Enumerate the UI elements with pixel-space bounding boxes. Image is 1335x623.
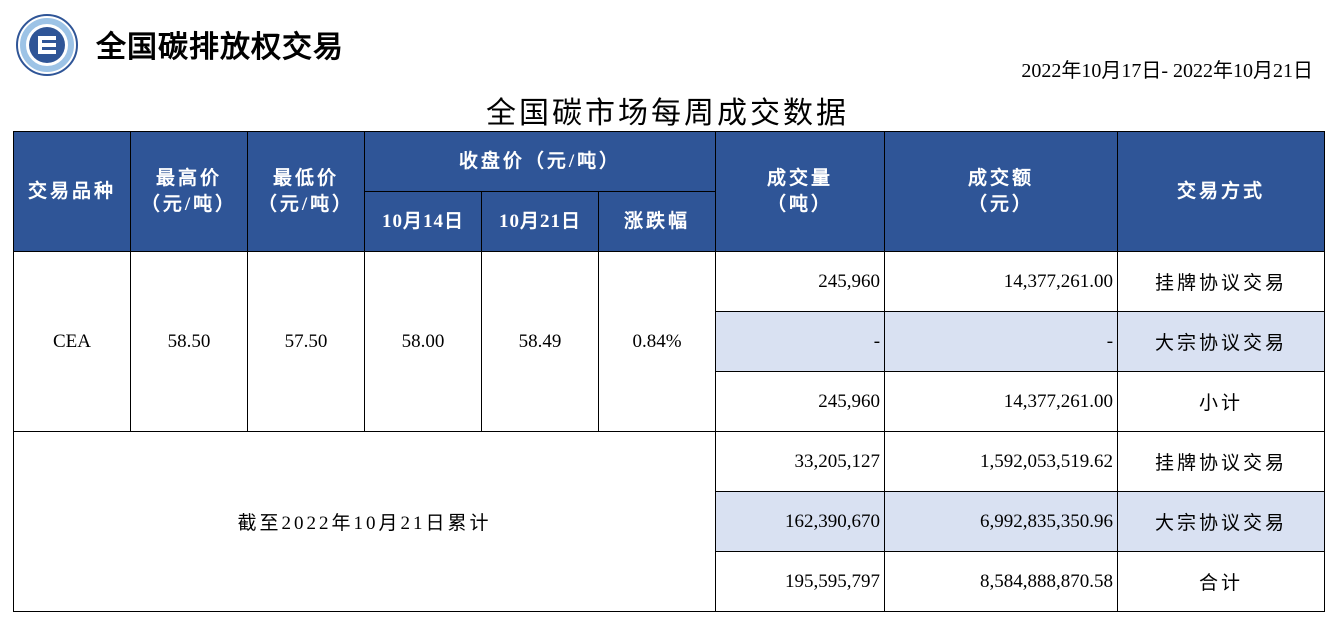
cell-change: 0.84%	[597, 251, 717, 432]
brand-name: 全国碳排放权交易	[96, 30, 344, 65]
cell-method: 小计	[1117, 371, 1326, 432]
cell-volume: 33,205,127	[715, 431, 886, 492]
header-method: 交易方式	[1117, 131, 1326, 252]
header-amount: 成交额 （元）	[884, 131, 1119, 252]
table-row: CEA 58.50 57.50 58.00 58.49 0.84% 245,96…	[13, 251, 1326, 432]
cell-amount: 14,377,261.00	[884, 251, 1119, 312]
cell-amount: 1,592,053,519.62	[884, 431, 1119, 492]
cell-high: 58.50	[130, 251, 248, 432]
cell-volume: -	[715, 311, 886, 372]
header-close-oct21: 10月21日	[481, 191, 599, 252]
cell-volume: 162,390,670	[715, 491, 886, 552]
header-close-oct14: 10月14日	[364, 191, 482, 252]
cell-method: 合计	[1117, 551, 1326, 612]
header-high: 最高价 （元/吨）	[130, 131, 248, 252]
exchange-logo-icon	[16, 14, 78, 76]
date-range: 2022年10月17日- 2022年10月21日	[1021, 60, 1313, 82]
cell-volume: 245,960	[715, 251, 886, 312]
cell-amount: -	[884, 311, 1119, 372]
cell-variety: CEA	[13, 251, 131, 432]
cell-amount: 14,377,261.00	[884, 371, 1119, 432]
cell-volume: 245,960	[715, 371, 886, 432]
cell-low: 57.50	[247, 251, 365, 432]
cell-close-oct14: 58.00	[364, 251, 482, 432]
cell-volume: 195,595,797	[715, 551, 886, 612]
cell-method: 大宗协议交易	[1117, 491, 1326, 552]
report-title: 全国碳市场每周成交数据	[486, 96, 849, 131]
table-row: 截至2022年10月21日累计 33,205,127 1,592,053,519…	[12, 431, 1326, 612]
cell-cumulative-label: 截至2022年10月21日累计	[12, 431, 717, 612]
cell-method: 挂牌协议交易	[1117, 251, 1326, 312]
cell-close-oct21: 58.49	[481, 251, 599, 432]
header-low: 最低价 （元/吨）	[247, 131, 365, 252]
header-close: 收盘价（元/吨）	[363, 131, 717, 192]
weekly-trading-table: 交易品种 最高价 （元/吨） 最低价 （元/吨） 收盘价（元/吨） 成交量 （吨） 成…	[12, 131, 1326, 612]
cell-amount: 6,992,835,350.96	[884, 491, 1119, 552]
cell-method: 挂牌协议交易	[1117, 431, 1326, 492]
header-volume: 成交量 （吨）	[715, 131, 886, 252]
cell-method: 大宗协议交易	[1117, 311, 1326, 372]
cell-amount: 8,584,888,870.58	[884, 551, 1119, 612]
header-variety: 交易品种	[13, 131, 131, 252]
header-change: 涨跌幅	[597, 191, 717, 252]
